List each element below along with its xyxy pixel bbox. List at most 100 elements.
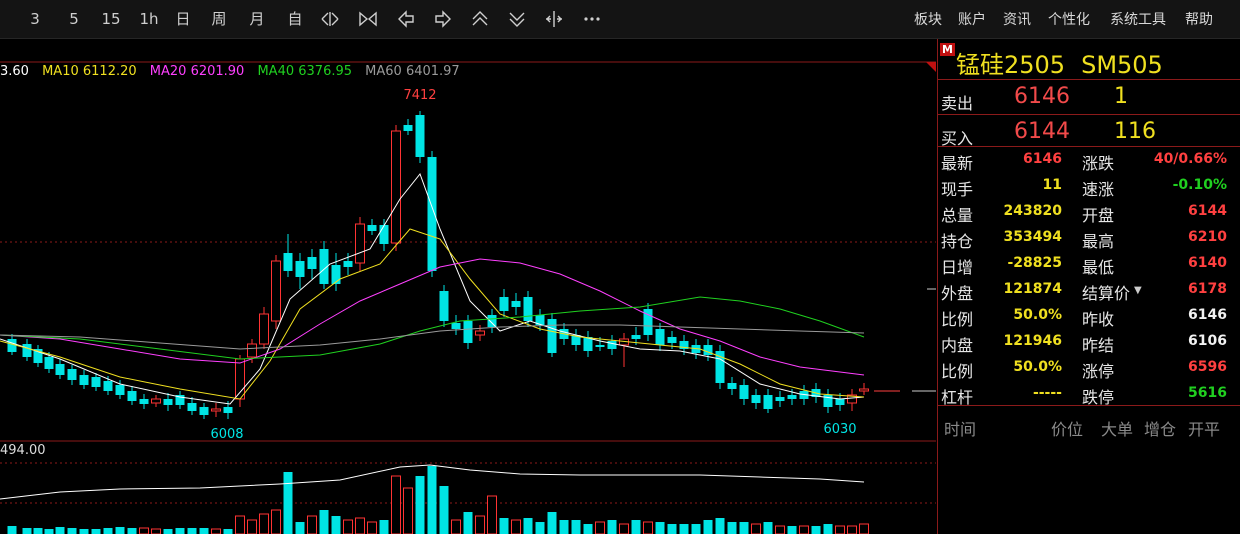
high-price-label: 7412 [403, 88, 436, 103]
volume-bar [103, 528, 113, 534]
period-3min-button[interactable]: 3 [24, 8, 46, 30]
candle-body [271, 260, 281, 322]
ask-volume: 1 [1114, 84, 1128, 109]
volume-bar [811, 526, 821, 534]
quote-value: 6146 [1188, 307, 1227, 323]
period-month-button[interactable]: 月 [246, 8, 268, 30]
candle-body [283, 253, 293, 271]
volume-bar [487, 495, 497, 534]
candle-body [463, 321, 473, 343]
menu-system-tools[interactable]: 系统工具 [1110, 9, 1166, 29]
divider [938, 79, 1240, 80]
volume-bar [823, 524, 833, 534]
candle-body [259, 313, 269, 345]
quote-label: 比例 [941, 362, 974, 381]
quote-value: 6146 [1023, 151, 1062, 167]
quote-value: 121946 [1003, 333, 1062, 349]
col-big-order: 大单 [1101, 420, 1134, 439]
orderbook-ask-row[interactable]: 卖出 6146 1 [938, 81, 1240, 115]
candle-body [127, 391, 137, 401]
volume-bar [223, 529, 233, 534]
candle-body [607, 341, 617, 349]
ask-price: 6146 [1014, 84, 1070, 109]
volume-chart[interactable] [0, 444, 936, 534]
quote-label: 最低 [1082, 258, 1115, 277]
candle-body [511, 301, 521, 307]
volume-bar [199, 528, 209, 534]
col-price: 价位 [1051, 420, 1084, 439]
low-price-label-right: 6030 [823, 422, 856, 437]
period-5min-button[interactable]: 5 [63, 8, 85, 30]
candle-body [775, 397, 785, 401]
ma10-legend: MA10 6112.20 [42, 64, 137, 79]
quote-value: 40/0.66% [1153, 151, 1227, 167]
ask-label: 卖出 [941, 94, 974, 113]
tick-list-header: 时间 价位 大单 增仓 开平 [938, 414, 1240, 439]
quote-value: 50.0% [1013, 359, 1062, 375]
volume-bar [67, 528, 77, 534]
menu-help[interactable]: 帮助 [1185, 9, 1213, 29]
candle-body [391, 130, 401, 244]
quote-panel: M 锰硅2505 SM505 卖出 6146 1 买入 6144 116 最新 61… [937, 39, 1240, 534]
volume-bar [22, 528, 32, 534]
candle-body [499, 297, 509, 311]
volume-bar [595, 521, 605, 534]
quote-value: -28825 [1007, 255, 1062, 271]
arrow-right-icon[interactable] [433, 9, 453, 29]
kline-chart-area[interactable]: 3.60 MA10 6112.20 MA20 6201.90 MA40 6376… [0, 39, 936, 534]
quote-label: 内盘 [941, 336, 974, 355]
volume-bar [631, 520, 641, 534]
menu-personalize[interactable]: 个性化 [1048, 9, 1090, 29]
orderbook-bid-row[interactable]: 买入 6144 116 [938, 116, 1240, 150]
candle-body [103, 381, 113, 391]
candle-body [835, 399, 845, 405]
arrow-left-icon[interactable] [396, 9, 416, 29]
candle-body [487, 315, 497, 327]
price-chart[interactable]: 7412 6008 6030 [0, 39, 936, 444]
volume-bar [343, 519, 353, 534]
more-options-icon[interactable] [582, 9, 602, 29]
period-15min-button[interactable]: 15 [98, 8, 124, 30]
volume-bar [235, 515, 245, 534]
period-custom-button[interactable]: 自 [284, 8, 306, 30]
period-week-button[interactable]: 周 [208, 8, 230, 30]
candle-body [439, 291, 449, 321]
scroll-up-icon[interactable] [470, 9, 490, 29]
menu-account[interactable]: 账户 [958, 9, 986, 29]
quote-value: 6144 [1188, 203, 1227, 219]
candle-body [751, 395, 761, 403]
ma-line [0, 296, 865, 360]
ma40-legend: MA40 6376.95 [257, 64, 353, 79]
quote-value: 6596 [1188, 359, 1227, 375]
candle-body [595, 345, 605, 347]
divider [938, 114, 1240, 115]
zoom-out-icon[interactable] [320, 9, 340, 29]
quote-label: 昨结 [1082, 336, 1115, 355]
scroll-down-icon[interactable] [507, 9, 527, 29]
crosshair-toggle-icon[interactable] [544, 9, 564, 29]
quote-value: 50.0% [1013, 307, 1062, 323]
quote-value: 6106 [1188, 333, 1227, 349]
menu-news[interactable]: 资讯 [1003, 9, 1031, 29]
volume-bar [307, 515, 317, 534]
volume-bar [691, 524, 701, 534]
period-day-button[interactable]: 日 [172, 8, 194, 30]
volume-bar [151, 528, 161, 534]
zoom-in-icon[interactable] [358, 9, 378, 29]
menu-sector[interactable]: 板块 [914, 9, 942, 29]
volume-bar [667, 524, 677, 534]
volume-bar [799, 525, 809, 534]
candle-body [211, 408, 221, 412]
candle-body [739, 385, 749, 399]
volume-bar [727, 522, 737, 534]
volume-bar [427, 466, 437, 534]
volume-bar [259, 513, 269, 534]
col-oi-change: 增仓 [1144, 420, 1177, 439]
candle-body [115, 385, 125, 395]
volume-bar [331, 516, 341, 534]
period-1h-button[interactable]: 1h [136, 8, 162, 30]
volume-bar [739, 522, 749, 534]
candle-body [187, 403, 197, 411]
quote-label: 持仓 [941, 232, 974, 251]
dropdown-arrow-icon[interactable]: ▼ [1134, 285, 1142, 296]
